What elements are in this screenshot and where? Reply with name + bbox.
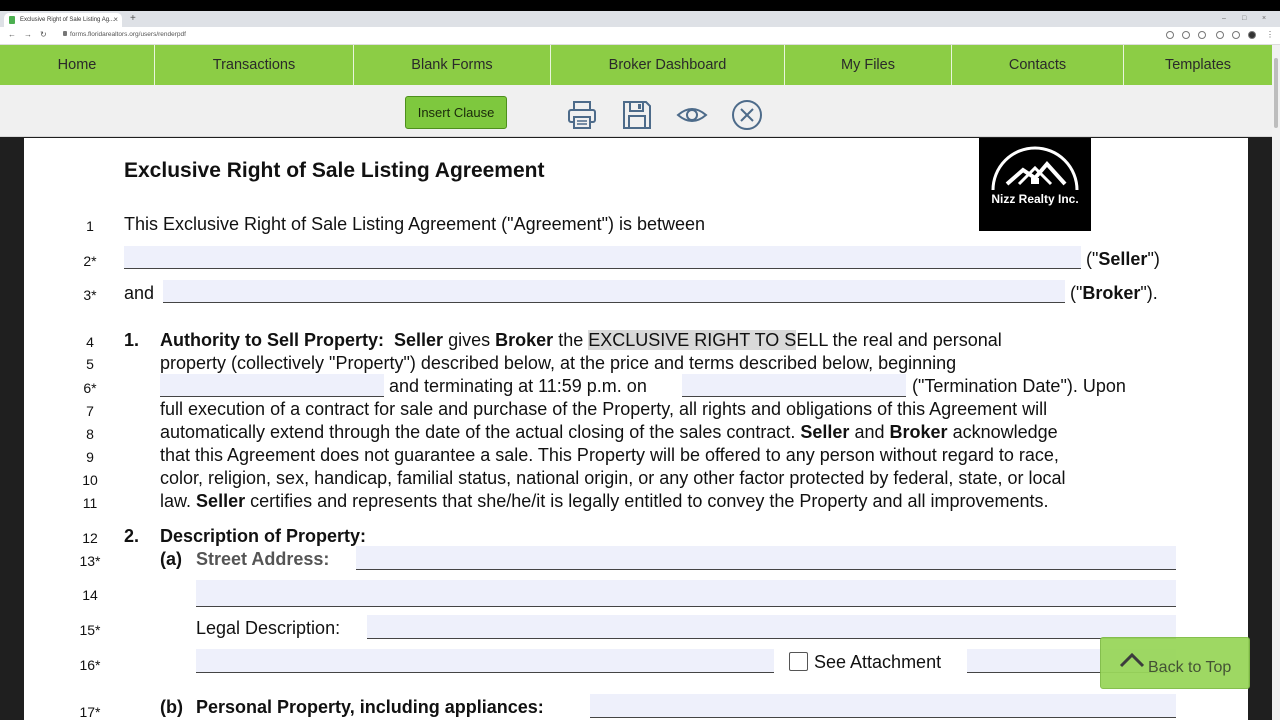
- browser-tab[interactable]: Exclusive Right of Sale Listing Ag... ×: [4, 13, 122, 27]
- maximize-icon[interactable]: □: [1242, 11, 1246, 27]
- house-logo-icon: [991, 146, 1079, 191]
- line-number: 14: [82, 587, 98, 603]
- and-text: and: [124, 283, 155, 303]
- termination-date-field[interactable]: [682, 374, 906, 397]
- profile-avatar[interactable]: [1248, 31, 1256, 39]
- window-close-icon[interactable]: ×: [1262, 11, 1266, 27]
- browser-tab-strip: Exclusive Right of Sale Listing Ag... ×: [0, 11, 1280, 27]
- new-tab-icon[interactable]: +: [130, 11, 136, 27]
- legal-description-field[interactable]: [367, 615, 1176, 639]
- url-text: forms.floridarealtors.org/users/renderpd…: [70, 31, 186, 38]
- legal-description-label: Legal Description:: [196, 618, 341, 638]
- menu-my-files[interactable]: My Files: [785, 45, 952, 85]
- line-number: 1: [86, 218, 94, 234]
- sidebar-icon[interactable]: [1232, 31, 1240, 39]
- street-address-line-2-field[interactable]: [196, 580, 1176, 607]
- legal-description-line-2-field[interactable]: [196, 649, 774, 673]
- intro-text: This Exclusive Right of Sale Listing Agr…: [124, 214, 706, 234]
- menu-blank-forms[interactable]: Blank Forms: [354, 45, 551, 85]
- see-attachment-label: See Attachment: [814, 652, 942, 672]
- line-number: 2*: [83, 253, 97, 269]
- page-scrollbar[interactable]: [1272, 45, 1280, 720]
- url-field[interactable]: forms.floridarealtors.org/users/renderpd…: [63, 30, 186, 40]
- document-page: Nizz Realty Inc. Exclusive Right of Sale…: [24, 138, 1248, 720]
- menu-contacts[interactable]: Contacts: [952, 45, 1124, 85]
- back-to-top-button[interactable]: Back to Top: [1100, 637, 1250, 689]
- section-1-line-5: property (collectively "Property") descr…: [160, 353, 957, 373]
- page-scroll-thumb[interactable]: [1274, 58, 1278, 128]
- line-number: 4: [86, 334, 94, 350]
- termination-date-label: ("Termination Date"). Upon: [912, 376, 1126, 396]
- line-number: 7: [86, 403, 94, 419]
- zoom-icon[interactable]: [1166, 31, 1174, 39]
- reload-icon[interactable]: ↻: [40, 30, 47, 39]
- section-2-number: 2.: [124, 526, 140, 546]
- line-number: 8: [86, 426, 94, 442]
- address-bar: ← → ↻ forms.floridarealtors.org/users/re…: [0, 27, 1280, 45]
- section-1-line-9: that this Agreement does not guarantee a…: [160, 445, 1059, 465]
- seller-name-field[interactable]: [124, 246, 1081, 269]
- menu-templates[interactable]: Templates: [1124, 45, 1272, 85]
- broker-name-field[interactable]: [163, 280, 1065, 303]
- section-2-heading: Description of Property:: [160, 526, 367, 546]
- line-number: 9: [86, 449, 94, 465]
- insert-clause-button[interactable]: Insert Clause: [405, 96, 507, 129]
- line-number: 5: [86, 356, 94, 372]
- section-1-line-7: full execution of a contract for sale an…: [160, 399, 1048, 419]
- save-icon[interactable]: [621, 99, 653, 131]
- company-logo: Nizz Realty Inc.: [979, 138, 1091, 231]
- personal-property-label: Personal Property, including appliances:: [196, 697, 544, 717]
- menu-home[interactable]: Home: [0, 45, 155, 85]
- see-attachment-checkbox[interactable]: [789, 652, 808, 671]
- section-1-line-11: law. Seller certifies and represents tha…: [160, 491, 1049, 511]
- logo-text: Nizz Realty Inc.: [991, 192, 1079, 206]
- line-number: 12: [82, 530, 98, 546]
- section-1-line-10: color, religion, sex, handicap, familial…: [160, 468, 1066, 488]
- bookmark-star-icon[interactable]: [1198, 31, 1206, 39]
- extensions-icon[interactable]: [1216, 31, 1224, 39]
- section-1-line-4: Authority to Sell Property: Seller gives…: [160, 330, 1002, 350]
- screen-top-border: [0, 0, 1280, 11]
- street-address-label: Street Address:: [196, 549, 330, 569]
- broker-label: ("Broker").: [1070, 283, 1158, 303]
- beginning-date-field[interactable]: [160, 374, 384, 397]
- eye-icon[interactable]: [676, 99, 708, 131]
- section-1-number: 1.: [124, 330, 140, 350]
- highlighted-text: EXCLUSIVE RIGHT TO S: [588, 330, 797, 350]
- lock-icon: [63, 31, 67, 36]
- line-number: 10: [82, 472, 98, 488]
- line-number: 3*: [83, 287, 97, 303]
- back-icon[interactable]: ←: [8, 30, 16, 39]
- browser-tab-title: Exclusive Right of Sale Listing Ag...: [20, 17, 115, 23]
- subsection-a-label: (a): [160, 549, 182, 569]
- menu-transactions[interactable]: Transactions: [155, 45, 354, 85]
- minimize-icon[interactable]: –: [1222, 11, 1226, 27]
- close-tab-icon[interactable]: ×: [113, 13, 118, 27]
- subsection-b-label: (b): [160, 697, 183, 717]
- back-to-top-label: Back to Top: [1148, 659, 1232, 676]
- close-icon[interactable]: [731, 99, 763, 131]
- favicon-icon: [9, 16, 15, 24]
- browser-menu-icon[interactable]: ⋮: [1266, 30, 1274, 39]
- menu-broker-dashboard[interactable]: Broker Dashboard: [551, 45, 785, 85]
- line-number: 13*: [79, 553, 101, 569]
- personal-property-field[interactable]: [590, 694, 1176, 718]
- seller-label: ("Seller"): [1086, 249, 1160, 269]
- main-menu-bar: Home Transactions Blank Forms Broker Das…: [0, 45, 1272, 85]
- share-icon[interactable]: [1182, 31, 1190, 39]
- line-number: 17*: [79, 704, 101, 720]
- section-1-line-8: automatically extend through the date of…: [160, 422, 1058, 442]
- line-number: 16*: [79, 657, 101, 673]
- street-address-field[interactable]: [356, 546, 1176, 570]
- line-number: 15*: [79, 622, 101, 638]
- line-number: 11: [82, 495, 98, 511]
- print-icon[interactable]: [566, 99, 598, 131]
- forward-icon[interactable]: →: [24, 30, 32, 39]
- document-title: Exclusive Right of Sale Listing Agreemen…: [124, 159, 545, 182]
- chevron-up-icon: [1119, 652, 1145, 668]
- terminating-text: and terminating at 11:59 p.m. on: [389, 376, 647, 396]
- line-number: 6*: [83, 380, 97, 396]
- document-toolbar: Insert Clause: [0, 85, 1272, 137]
